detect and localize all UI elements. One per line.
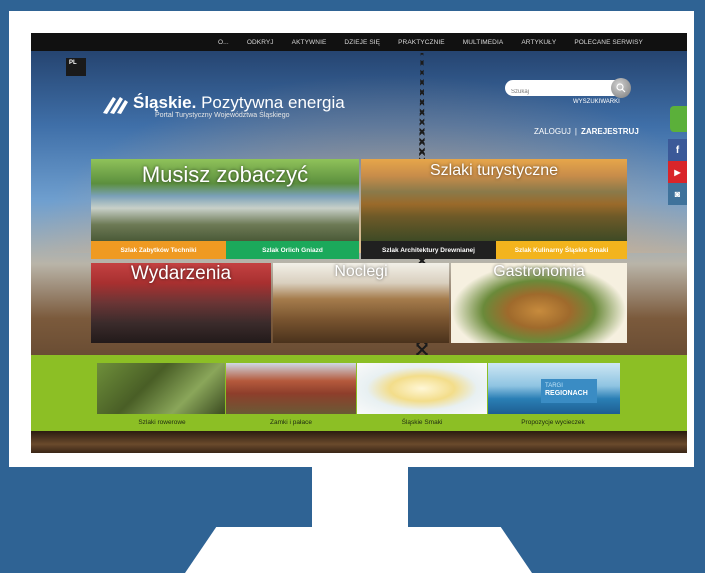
search-input[interactable] xyxy=(505,84,605,100)
caption-zamki-i-palace[interactable]: Zamki i pałace xyxy=(226,419,356,426)
logo-subtitle: Portal Turystyczny Województwa Śląskiego xyxy=(155,112,290,119)
thumb-slaskie-smaki[interactable] xyxy=(357,363,487,414)
chip-szlak-kulinarny[interactable]: Szlak Kulinarny Śląskie Smaki xyxy=(496,241,627,259)
nav-item-o[interactable]: O... xyxy=(218,39,229,46)
regionach-badge: TARGI REGIONACH xyxy=(541,379,597,403)
logo-text[interactable]: Śląskie. Pozytywna energia xyxy=(133,93,345,113)
tile-gastronomia[interactable]: Gastronomia xyxy=(451,263,627,343)
logo-tagline: Pozytywna energia xyxy=(201,93,345,112)
website-viewport: O... ODKRYJ AKTYWNIE DZIEJE SIĘ PRAKTYCZ… xyxy=(31,33,687,453)
search-box xyxy=(505,78,631,100)
nav-item-dzieje-sie[interactable]: DZIEJE SIĘ xyxy=(344,39,380,46)
monitor-base xyxy=(185,527,532,573)
search-button[interactable] xyxy=(611,78,631,98)
tile-noclegi[interactable]: Noclegi xyxy=(273,263,449,343)
facebook-icon[interactable]: f xyxy=(668,139,687,161)
caption-propozycje-wycieczek[interactable]: Propozycje wycieczek xyxy=(488,419,618,426)
caption-szlaki-rowerowe[interactable]: Szlaki rowerowe xyxy=(97,419,227,426)
login-link[interactable]: ZALOGUJ xyxy=(534,127,571,136)
logo-brand: Śląskie. xyxy=(133,93,197,112)
instagram-icon[interactable]: ◙ xyxy=(668,183,687,205)
search-engines-link[interactable]: WYSZUKIWARKI xyxy=(573,99,620,105)
tile-title: Szlaki turystyczne xyxy=(429,162,559,179)
caption-slaskie-smaki[interactable]: Śląskie Smaki xyxy=(357,419,487,426)
register-link[interactable]: ZAREJESTRUJ xyxy=(581,127,639,136)
regionach-top: TARGI xyxy=(545,383,563,389)
auth-links: ZALOGUJ | ZAREJESTRUJ xyxy=(534,127,639,136)
chip-szlak-architektury-drewnianej[interactable]: Szlak Architektury Drewnianej xyxy=(361,241,496,259)
thumb-zamki-i-palace[interactable] xyxy=(226,363,356,414)
search-icon xyxy=(616,83,626,93)
auth-separator: | xyxy=(574,127,577,136)
tile-title: Musisz zobaczyć xyxy=(141,162,309,187)
top-navigation: O... ODKRYJ AKTYWNIE DZIEJE SIĘ PRAKTYCZ… xyxy=(31,33,687,51)
youtube-icon[interactable]: ▶ xyxy=(668,161,687,183)
nav-item-artykuly[interactable]: ARTYKUŁY xyxy=(521,39,556,46)
bottom-strip xyxy=(31,431,687,453)
thumb-szlaki-rowerowe[interactable] xyxy=(97,363,225,414)
side-tab[interactable] xyxy=(670,106,687,132)
tile-title: Gastronomia xyxy=(493,263,585,280)
language-switch[interactable]: PL xyxy=(66,58,86,76)
social-rail: f ▶ ◙ xyxy=(668,139,687,205)
nav-item-aktywnie[interactable]: AKTYWNIE xyxy=(292,39,327,46)
tile-title: Wydarzenia xyxy=(130,263,232,284)
nav-item-odkryj[interactable]: ODKRYJ xyxy=(247,39,274,46)
tile-musisz-zobaczyc[interactable]: Musisz zobaczyć xyxy=(91,159,359,241)
monitor-neck xyxy=(312,467,408,527)
tile-title: Noclegi xyxy=(334,263,388,280)
nav-item-multimedia[interactable]: MULTIMEDIA xyxy=(463,39,504,46)
nav-item-praktycznie[interactable]: PRAKTYCZNIE xyxy=(398,39,445,46)
regionach-label: REGIONACH xyxy=(545,390,588,397)
nav-item-polecane-serwisy[interactable]: POLECANE SERWISY xyxy=(574,39,643,46)
tile-szlaki-turystyczne[interactable]: Szlaki turystyczne xyxy=(361,159,627,241)
chip-szlak-orlich-gniazd[interactable]: Szlak Orlich Gniazd xyxy=(226,241,359,259)
tile-wydarzenia[interactable]: Wydarzenia xyxy=(91,263,271,343)
chip-szlak-zabytkow-techniki[interactable]: Szlak Zabytków Techniki xyxy=(91,241,226,259)
logo-icon xyxy=(103,97,128,114)
